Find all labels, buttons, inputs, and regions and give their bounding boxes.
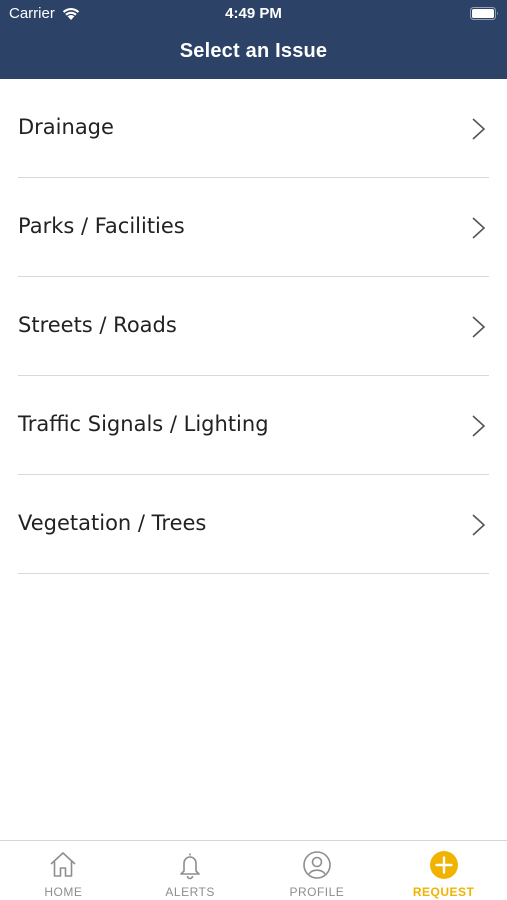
- tab-home[interactable]: HOME: [0, 841, 127, 900]
- tab-label: HOME: [44, 885, 83, 899]
- page-title: Select an Issue: [179, 40, 328, 62]
- battery-icon: [470, 7, 498, 20]
- issue-label: Parks / Facilities: [18, 214, 185, 238]
- issue-item-parks-facilities[interactable]: Parks / Facilities: [18, 178, 489, 277]
- chevron-right-icon: [472, 118, 486, 140]
- issue-item-streets-roads[interactable]: Streets / Roads: [18, 277, 489, 376]
- tab-label: REQUEST: [412, 885, 475, 899]
- status-bar: Carrier 4:49 PM: [0, 0, 507, 28]
- issue-label: Traffic Signals / Lighting: [18, 412, 269, 436]
- chevron-right-icon: [472, 415, 486, 437]
- issue-item-vegetation-trees[interactable]: Vegetation / Trees: [18, 475, 489, 574]
- tab-alerts[interactable]: ALERTS: [127, 841, 254, 900]
- tab-label: PROFILE: [289, 885, 345, 899]
- tab-bar: HOME ALERTS PROFILE REQUEST: [0, 840, 507, 900]
- status-time: 4:49 PM: [225, 5, 282, 22]
- issue-item-drainage[interactable]: Drainage: [18, 79, 489, 178]
- issue-list: Drainage Parks / Facilities Streets / Ro…: [0, 79, 507, 574]
- bell-icon: [180, 853, 200, 880]
- tab-profile[interactable]: PROFILE: [254, 841, 381, 900]
- home-icon: [50, 852, 76, 877]
- chevron-right-icon: [472, 514, 486, 536]
- chevron-right-icon: [472, 316, 486, 338]
- issue-label: Streets / Roads: [18, 313, 177, 337]
- issue-label: Drainage: [18, 115, 114, 139]
- plus-circle-icon: [429, 851, 458, 879]
- chevron-right-icon: [472, 217, 486, 239]
- tab-label: ALERTS: [165, 885, 215, 899]
- issue-label: Vegetation / Trees: [18, 511, 207, 535]
- issue-item-traffic-signals-lighting[interactable]: Traffic Signals / Lighting: [18, 376, 489, 475]
- user-icon: [303, 851, 331, 879]
- tab-request[interactable]: REQUEST: [380, 841, 507, 900]
- app-header: Carrier 4:49 PM Select an Issue: [0, 0, 507, 79]
